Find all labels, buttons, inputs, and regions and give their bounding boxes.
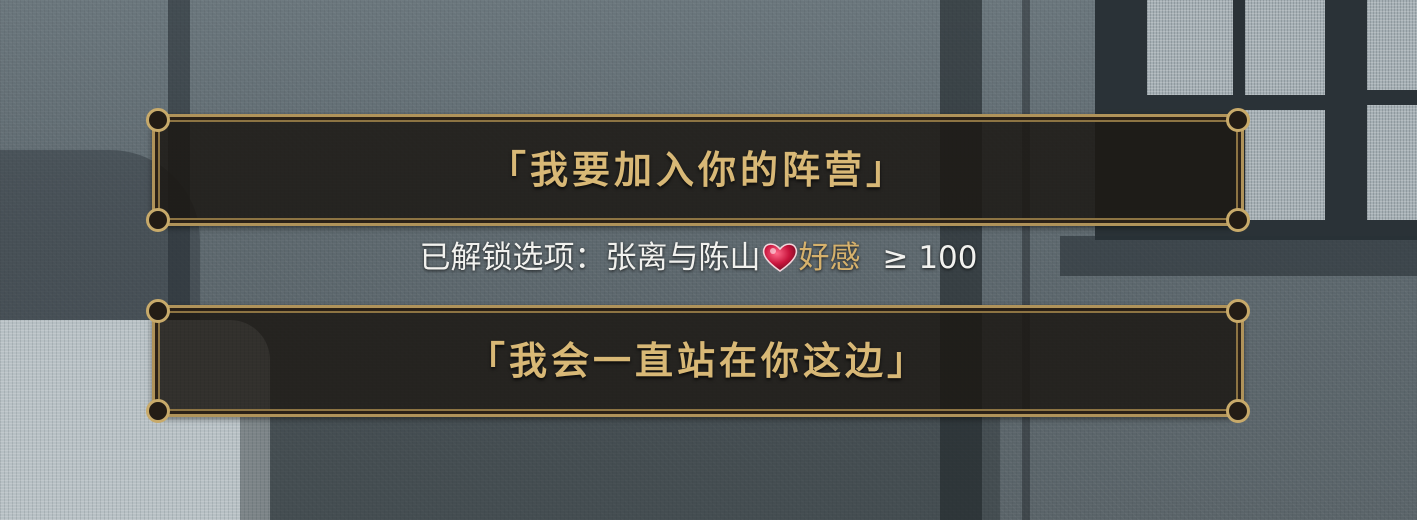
floor-shadow xyxy=(240,410,1000,520)
unlock-character: 张离与陈山 xyxy=(605,240,761,276)
window-pane xyxy=(1367,105,1417,220)
choice-label: 「我会一直站在你这边」 xyxy=(466,338,929,383)
heart-icon xyxy=(762,243,797,272)
window-pane xyxy=(1367,0,1417,90)
unlock-condition: ≥ 100 xyxy=(882,240,978,276)
choice-label: 「我要加入你的阵营」 xyxy=(487,147,908,192)
unlock-hint: 已解锁选项：张离与陈山 好感 ≥ 100 xyxy=(0,236,1397,280)
affection-stat: 好感 xyxy=(798,240,861,276)
unlock-prefix: 已解锁选项： xyxy=(419,240,606,276)
window-pane xyxy=(1245,0,1325,95)
window-pane xyxy=(1245,110,1325,220)
choice-button-always-stand-by-you[interactable]: 「我会一直站在你这边」 xyxy=(146,299,1250,423)
choice-button-join-faction[interactable]: 「我要加入你的阵营」 xyxy=(146,108,1250,232)
window-pane xyxy=(1147,0,1233,95)
